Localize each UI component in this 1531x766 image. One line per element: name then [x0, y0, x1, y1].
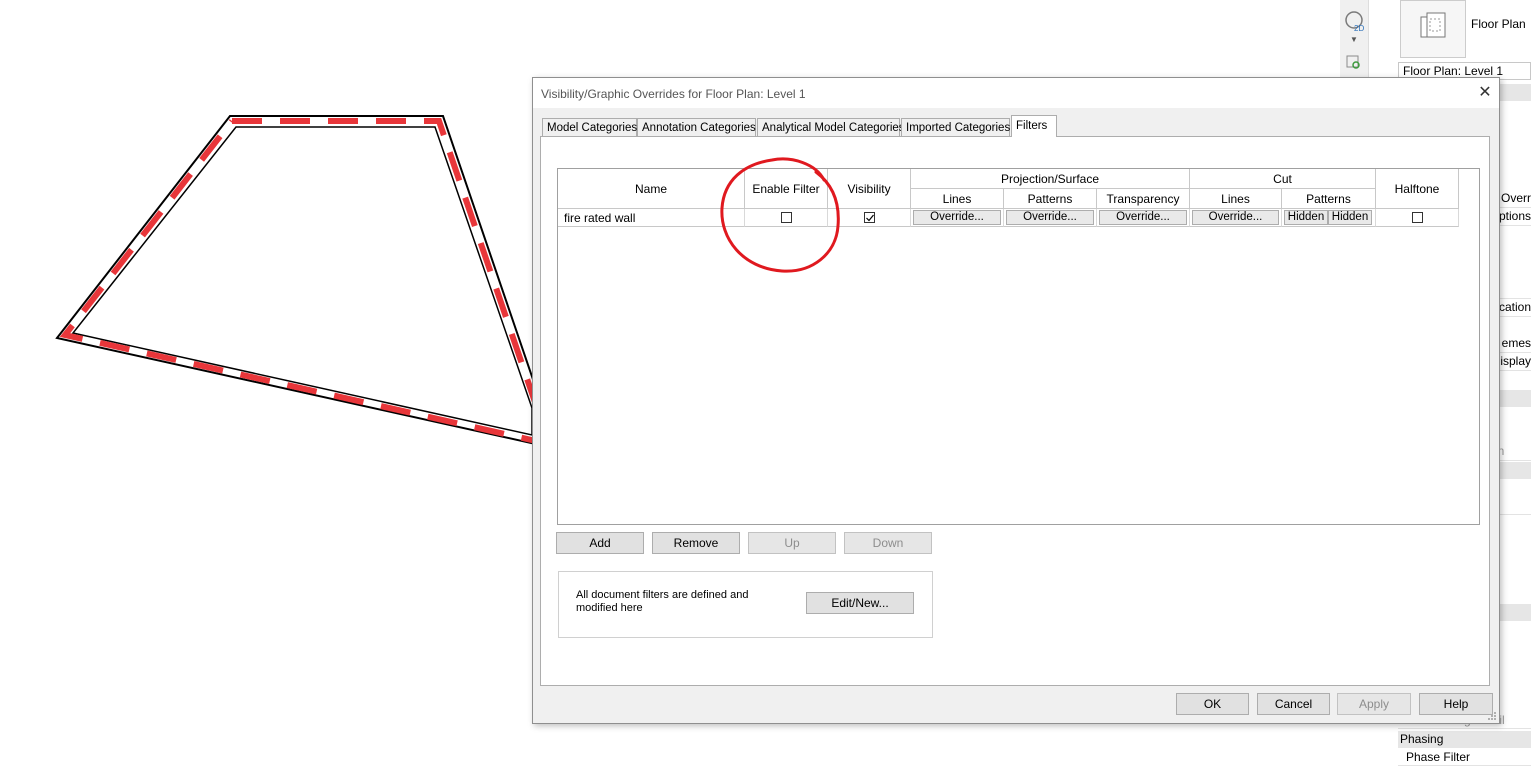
svg-text:2D: 2D	[1354, 24, 1364, 32]
remove-button[interactable]: Remove	[652, 532, 740, 554]
check-icon	[865, 214, 874, 222]
tab-filters[interactable]: Filters	[1011, 115, 1057, 137]
proj-lines-override-button[interactable]: Override...	[913, 210, 1001, 225]
filters-panel: Name Enable Filter Visibility Projection…	[540, 136, 1490, 686]
cut-lines-cell: Override...	[1190, 209, 1282, 227]
type-thumbnail	[1400, 0, 1466, 58]
header-proj-lines: Lines	[911, 189, 1004, 209]
tab-analytical-model-categories[interactable]: Analytical Model Categories	[757, 118, 905, 136]
header-cut: Cut	[1190, 169, 1376, 189]
tab-annotation-categories[interactable]: Annotation Categories	[637, 118, 756, 136]
view-2d-icon[interactable]: 2D	[1344, 10, 1366, 32]
phasing-group-header[interactable]: Phasing	[1398, 731, 1531, 748]
view-toolstrip: 2D ▼	[1340, 0, 1369, 78]
cut-pattern-background-button[interactable]: Hidden	[1328, 210, 1372, 225]
filters-info-box: All document filters are defined and mod…	[558, 571, 933, 638]
halftone-cell	[1376, 209, 1459, 227]
header-halftone[interactable]: Halftone	[1376, 169, 1459, 209]
header-projection-surface: Projection/Surface	[911, 169, 1190, 189]
proj-patterns-cell: Override...	[1004, 209, 1097, 227]
proj-transparency-cell: Override...	[1097, 209, 1190, 227]
dialog-titlebar[interactable]: Visibility/Graphic Overrides for Floor P…	[533, 78, 1499, 108]
apply-button[interactable]: Apply	[1337, 693, 1411, 715]
cut-lines-override-button[interactable]: Override...	[1192, 210, 1279, 225]
header-cut-lines: Lines	[1190, 189, 1282, 209]
proj-patterns-override-button[interactable]: Override...	[1006, 210, 1094, 225]
down-button[interactable]: Down	[844, 532, 932, 554]
header-cut-patterns: Patterns	[1282, 189, 1376, 209]
type-name-label: Floor Plan	[1471, 17, 1526, 31]
cut-patterns-cell: Hidden Hidden	[1282, 209, 1376, 227]
proj-transparency-override-button[interactable]: Override...	[1099, 210, 1187, 225]
wall-outer-edge	[55, 115, 540, 447]
fire-rated-wall-outline[interactable]	[55, 115, 540, 447]
filters-grid: Name Enable Filter Visibility Projection…	[557, 168, 1480, 525]
zoom-region-icon[interactable]	[1346, 55, 1362, 71]
add-button[interactable]: Add	[556, 532, 644, 554]
floor-plan-canvas[interactable]	[0, 0, 540, 460]
resize-grip-icon[interactable]	[1487, 711, 1497, 721]
help-button[interactable]: Help	[1419, 693, 1493, 715]
close-icon[interactable]: ✕	[1475, 83, 1495, 103]
cancel-button[interactable]: Cancel	[1257, 693, 1330, 715]
floor-plan-icon	[1420, 12, 1446, 38]
dropdown-arrow-icon[interactable]: ▼	[1350, 35, 1358, 44]
edit-new-button[interactable]: Edit/New...	[806, 592, 914, 614]
header-proj-patterns: Patterns	[1004, 189, 1097, 209]
tab-model-categories[interactable]: Model Categories	[542, 118, 637, 136]
cut-pattern-foreground-button[interactable]: Hidden	[1284, 210, 1328, 225]
tab-imported-categories[interactable]: Imported Categories	[901, 118, 1010, 136]
dialog-title: Visibility/Graphic Overrides for Floor P…	[541, 87, 806, 101]
wall-dash-pattern	[59, 118, 539, 445]
ok-button[interactable]: OK	[1176, 693, 1249, 715]
header-proj-transparency: Transparency	[1097, 189, 1190, 209]
up-button[interactable]: Up	[748, 532, 836, 554]
halftone-checkbox[interactable]	[1411, 212, 1423, 223]
visibility-graphic-overrides-dialog: Visibility/Graphic Overrides for Floor P…	[532, 77, 1500, 724]
red-annotation-circle	[720, 157, 840, 273]
visibility-checkbox[interactable]	[863, 212, 875, 223]
filters-info-text: All document filters are defined and mod…	[576, 589, 749, 614]
proj-lines-cell: Override...	[911, 209, 1004, 227]
